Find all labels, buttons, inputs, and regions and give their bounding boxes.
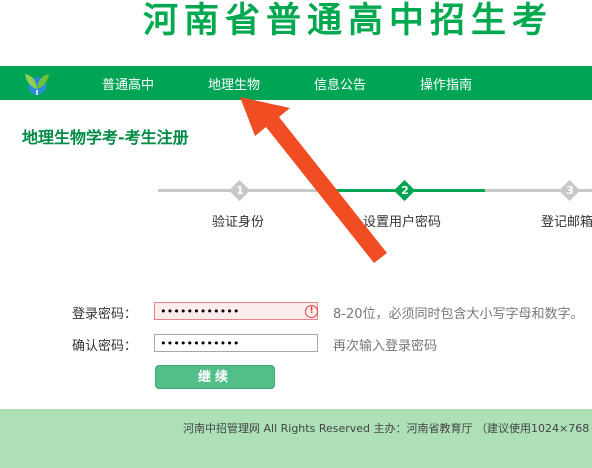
- footer: 河南中招管理网 All Rights Reserved 主办：河南省教育厅 （建…: [0, 409, 592, 468]
- nav-item-announcements[interactable]: 信息公告: [314, 74, 366, 93]
- main-navbar: 普通高中 地理生物 信息公告 操作指南: [0, 66, 592, 100]
- password-label: 登录密码：: [72, 307, 138, 322]
- password-field[interactable]: [154, 302, 318, 320]
- page-title: 地理生物学考-考生注册: [22, 128, 189, 147]
- footer-text: 河南中招管理网 All Rights Reserved 主办：河南省教育厅 （建…: [183, 422, 590, 435]
- step-3-number: 3: [566, 184, 574, 197]
- nav-item-guide[interactable]: 操作指南: [420, 74, 472, 93]
- step-2-number: 2: [401, 184, 409, 197]
- confirm-password-field[interactable]: [154, 334, 318, 352]
- step-1-number: 1: [236, 184, 244, 197]
- step-1-label: 验证身份: [212, 215, 265, 230]
- password-hint: 8-20位，必须同时包含大小写字母和数字。: [333, 307, 584, 322]
- error-icon: !: [305, 305, 318, 318]
- leaf-logo-icon[interactable]: [22, 69, 52, 97]
- nav-item-regular-high-school[interactable]: 普通高中: [102, 74, 154, 93]
- site-banner-title: 河南省普通高中招生考: [143, 1, 554, 41]
- nav-item-geography-biology[interactable]: 地理生物: [208, 74, 260, 93]
- confirm-password-hint: 再次输入登录密码: [333, 339, 438, 354]
- continue-button[interactable]: 继续: [155, 365, 275, 389]
- step-2-label: 设置用户密码: [363, 215, 442, 230]
- confirm-password-label: 确认密码：: [72, 339, 138, 354]
- step-3-label: 登记邮箱: [541, 215, 592, 230]
